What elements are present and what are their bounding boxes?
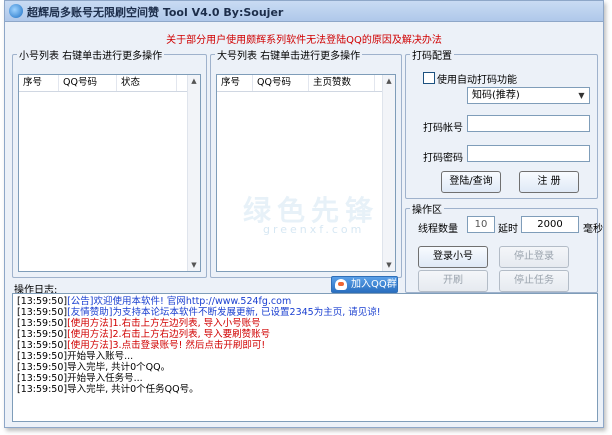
- log-line: [13:59:50][使用方法]1.右击上方左边列表, 导入小号账号: [17, 318, 593, 329]
- col-qq[interactable]: QQ号码: [59, 75, 117, 91]
- join-qq-group-label: 加入QQ群: [351, 279, 397, 290]
- small-list-header: 序号 QQ号码 状态: [19, 75, 200, 92]
- app-logo-icon: [9, 4, 23, 18]
- small-list-legend: 小号列表 右键单击进行更多操作: [19, 51, 163, 62]
- auto-captcha-label: 使用自动打码功能: [437, 75, 517, 86]
- join-qq-group-button[interactable]: 加入QQ群: [331, 276, 398, 293]
- log-line: [13:59:50][使用方法]3.点击登录账号! 然后点击开刷即可!: [17, 340, 593, 351]
- log-timestamp: [13:59:50]: [17, 373, 68, 384]
- scroll-up-icon[interactable]: ▲: [188, 75, 200, 87]
- operation-log[interactable]: [13:59:50][公告]欢迎使用本软件! 官网http://www.524f…: [12, 293, 598, 422]
- scroll-down-icon[interactable]: ▼: [188, 259, 200, 271]
- login-small-button[interactable]: 登录小号: [418, 246, 488, 268]
- delay-unit: 毫秒: [583, 224, 603, 235]
- small-list-group: 小号列表 右键单击进行更多操作 序号 QQ号码 状态 ▲ ▼: [12, 47, 207, 278]
- captcha-service-select[interactable]: 知码(推荐) ▼: [467, 87, 590, 104]
- scroll-down-icon[interactable]: ▼: [383, 259, 395, 271]
- big-account-list[interactable]: 序号 QQ号码 主页赞数 ▲ ▼: [216, 74, 396, 272]
- small-account-list[interactable]: 序号 QQ号码 状态 ▲ ▼: [18, 74, 201, 272]
- captcha-register-button[interactable]: 注 册: [519, 171, 579, 193]
- captcha-password-label: 打码密码: [423, 153, 463, 164]
- log-timestamp: [13:59:50]: [17, 329, 68, 340]
- col-index[interactable]: 序号: [217, 75, 253, 91]
- log-timestamp: [13:59:50]: [17, 296, 68, 307]
- big-list-scrollbar[interactable]: ▲ ▼: [382, 75, 395, 271]
- log-message: 导入完毕, 共计0个QQ。: [67, 362, 171, 373]
- captcha-password-input[interactable]: [467, 145, 590, 162]
- big-list-legend: 大号列表 右键单击进行更多操作: [217, 51, 361, 62]
- log-line: [13:59:50][公告]欢迎使用本软件! 官网http://www.524f…: [17, 296, 593, 307]
- captcha-service-value: 知码(推荐): [472, 90, 520, 101]
- stop-login-button[interactable]: 停止登录: [499, 246, 569, 268]
- notice-link[interactable]: 关于部分用户使用颇辉系列软件无法登陆QQ的原因及解决办法: [5, 31, 603, 46]
- log-timestamp: [13:59:50]: [17, 307, 68, 318]
- log-timestamp: [13:59:50]: [17, 318, 68, 329]
- small-list-scrollbar[interactable]: ▲ ▼: [187, 75, 200, 271]
- log-timestamp: [13:59:50]: [17, 340, 68, 351]
- col-likes[interactable]: 主页赞数: [309, 75, 375, 91]
- operations-legend: 操作区: [412, 205, 442, 216]
- log-line: [13:59:50][友情赞助]为支持本论坛本软件不断发展更新, 已设置2345…: [17, 307, 593, 318]
- log-message: [使用方法]2.右击上方右边列表, 导入要刷赞账号: [67, 329, 271, 340]
- watermark-url: greenxf.com: [263, 223, 365, 236]
- log-line: [13:59:50]开始导入账号...: [17, 351, 593, 362]
- captcha-login-button[interactable]: 登陆/查询: [441, 171, 501, 193]
- col-qq[interactable]: QQ号码: [253, 75, 309, 91]
- col-index[interactable]: 序号: [19, 75, 59, 91]
- captcha-account-label: 打码帐号: [423, 123, 463, 134]
- log-line: [13:59:50][使用方法]2.右击上方右边列表, 导入要刷赞账号: [17, 329, 593, 340]
- big-list-group: 大号列表 右键单击进行更多操作 序号 QQ号码 主页赞数 ▲ ▼: [210, 47, 402, 278]
- log-message: [友情赞助]为支持本论坛本软件不断发展更新, 已设置2345为主页, 请见谅!: [67, 307, 381, 318]
- delay-input[interactable]: 2000: [521, 216, 579, 233]
- thread-count-input[interactable]: 10: [467, 216, 495, 233]
- log-message: [使用方法]3.点击登录账号! 然后点击开刷即可!: [67, 340, 266, 351]
- auto-captcha-checkbox[interactable]: [423, 72, 435, 84]
- log-message: 导入完毕, 共计0个任务QQ号。: [67, 384, 199, 395]
- app-window: 超辉局多账号无限刷空间赞 Tool V4.0 By:Soujer 关于部分用户使…: [4, 0, 604, 428]
- title-bar[interactable]: 超辉局多账号无限刷空间赞 Tool V4.0 By:Soujer: [5, 1, 603, 22]
- chevron-down-icon[interactable]: ▼: [575, 89, 588, 102]
- delay-label: 延时: [498, 224, 518, 235]
- log-timestamp: [13:59:50]: [17, 362, 68, 373]
- captcha-legend: 打码配置: [412, 51, 452, 62]
- log-line: [13:59:50]导入完毕, 共计0个任务QQ号。: [17, 384, 593, 395]
- stop-task-button[interactable]: 停止任务: [499, 270, 569, 292]
- start-brush-button[interactable]: 开刷: [418, 270, 488, 292]
- log-line: [13:59:50]导入完毕, 共计0个QQ。: [17, 362, 593, 373]
- big-list-header: 序号 QQ号码 主页赞数: [217, 75, 395, 92]
- log-timestamp: [13:59:50]: [17, 384, 68, 395]
- qq-penguin-icon: [335, 279, 347, 290]
- log-timestamp: [13:59:50]: [17, 351, 68, 362]
- log-message: 开始导入账号...: [67, 351, 134, 362]
- log-message: 开始导入任务号...: [67, 373, 143, 384]
- window-title: 超辉局多账号无限刷空间赞 Tool V4.0 By:Soujer: [27, 6, 284, 19]
- log-message: [使用方法]1.右击上方左边列表, 导入小号账号: [67, 318, 261, 329]
- scroll-up-icon[interactable]: ▲: [383, 75, 395, 87]
- log-message: [公告]欢迎使用本软件! 官网http://www.524fg.com: [67, 296, 292, 307]
- captcha-account-input[interactable]: [467, 115, 590, 132]
- log-line: [13:59:50]开始导入任务号...: [17, 373, 593, 384]
- col-status[interactable]: 状态: [117, 75, 177, 91]
- thread-count-label: 线程数量: [418, 224, 458, 235]
